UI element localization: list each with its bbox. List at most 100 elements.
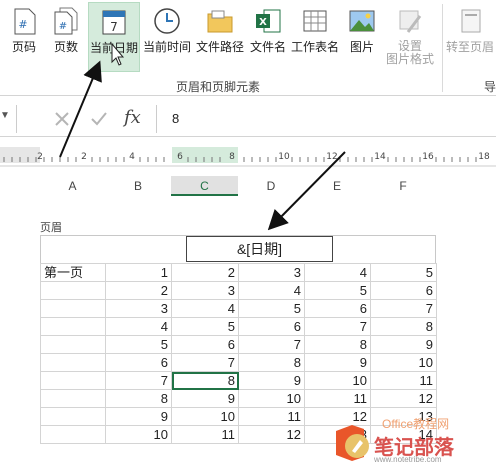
picture-button[interactable]: 图片 [342,2,382,72]
table-cell[interactable]: 12 [370,389,437,408]
formula-input[interactable]: 8 [172,111,179,126]
table-cell[interactable]: 7 [304,317,371,336]
table-cell[interactable]: 4 [238,281,305,300]
table-cell[interactable]: 6 [105,353,172,372]
table-cell[interactable]: 3 [105,299,172,318]
table-cell[interactable]: 11 [238,407,305,426]
svg-text:X: X [259,17,267,28]
ribbon: # 页码 # 页数 7 当前日期 当前时间 文件路径 X 文件名 工作表名 图片… [0,0,496,96]
column-headers: A B C D E F [40,176,436,196]
table-cell[interactable] [40,389,106,408]
table-cell[interactable]: 7 [238,335,305,354]
table-cell[interactable] [40,407,106,426]
table-cell[interactable]: 9 [238,371,305,390]
table-cell[interactable]: 8 [304,335,371,354]
table-cell[interactable] [40,335,106,354]
table-cell[interactable] [40,317,106,336]
table-cell[interactable]: 6 [238,317,305,336]
sheet-name-label: 工作表名 [290,40,339,54]
ruler-tick-label: 8 [229,152,235,162]
sheet-name-button[interactable]: 工作表名 [290,2,340,72]
table-cell[interactable]: 4 [304,263,371,282]
column-header-c[interactable]: C [171,176,238,196]
column-header-b[interactable]: B [105,176,171,196]
table-cell[interactable]: 11 [171,425,239,444]
current-date-button[interactable]: 7 当前日期 [88,2,140,72]
pencil-logo-icon [345,434,369,458]
column-header-e[interactable]: E [304,176,370,196]
current-date-label: 当前日期 [89,41,138,55]
table-cell[interactable] [40,425,106,444]
file-name-button[interactable]: X 文件名 [248,2,288,72]
page-number-button[interactable]: # 页码 [4,2,44,72]
go-to-header-label: 转至页眉 [446,40,495,54]
ruler-ticks: 2 2 4 6 8 10 12 14 16 18 [0,147,496,167]
table-cell[interactable]: 3 [171,281,239,300]
table-cell[interactable]: 5 [304,281,371,300]
table-cell[interactable]: 5 [171,317,239,336]
table-cell[interactable]: 4 [105,317,172,336]
column-header-f[interactable]: F [370,176,436,196]
table-cell[interactable]: 3 [238,263,305,282]
table-cell[interactable]: 7 [370,299,437,318]
sheet-grid-icon [303,10,327,32]
table-cell[interactable]: 10 [105,425,172,444]
column-header-d[interactable]: D [238,176,304,196]
table-row: 23456 [40,281,437,300]
ruler: 2 2 4 6 8 10 12 14 16 18 [0,145,496,167]
table-cell[interactable] [40,371,106,390]
table-cell[interactable]: 5 [238,299,305,318]
enter-icon[interactable] [90,111,108,127]
column-header-a[interactable]: A [40,176,105,196]
table-cell[interactable]: 12 [238,425,305,444]
table-cell[interactable]: 9 [370,335,437,354]
table-cell[interactable]: 6 [171,335,239,354]
insert-function-button[interactable]: fx [124,107,141,128]
table-cell[interactable]: 9 [304,353,371,372]
table-cell[interactable]: 10 [171,407,239,426]
folder-icon [207,10,233,33]
file-path-button[interactable]: 文件路径 [194,2,246,72]
format-picture-button[interactable]: 设置 图片格式 [384,2,436,72]
table-cell[interactable]: 2 [105,281,172,300]
table-cell[interactable]: 6 [304,299,371,318]
table-cell[interactable]: 9 [105,407,172,426]
name-box-dropdown-icon[interactable]: ▼ [0,110,10,121]
table-cell[interactable]: 8 [238,353,305,372]
table-cell[interactable] [40,299,106,318]
table-cell[interactable]: 4 [171,299,239,318]
table-cell[interactable]: 5 [105,335,172,354]
cancel-icon[interactable] [54,111,70,127]
go-to-header-button[interactable]: 转至页眉 [446,2,494,72]
table-cell[interactable] [40,353,106,372]
watermark-office-text: Office教程网 [382,417,450,431]
picture-label: 图片 [349,40,374,54]
table-cell[interactable]: 8 [105,389,172,408]
table-cell[interactable]: 10 [304,371,371,390]
table-cell[interactable]: 第一页 [40,263,106,282]
table-cell[interactable] [40,281,106,300]
watermark-url: www.notetribe.com [374,455,442,464]
page-count-button[interactable]: # 页数 [46,2,86,72]
picture-icon [349,10,375,32]
table-cell[interactable]: 6 [370,281,437,300]
table-cell[interactable]: 10 [370,353,437,372]
table-cell[interactable]: 8 [370,317,437,336]
table-cell[interactable]: 1 [105,263,172,282]
table-cell[interactable]: 7 [105,371,172,390]
page-header-area[interactable]: &[日期] [40,235,436,263]
table-cell[interactable]: 11 [370,371,437,390]
table-cell[interactable]: 8 [171,371,239,390]
ruler-tick-label: 14 [374,152,386,162]
table-cell[interactable]: 5 [370,263,437,282]
table-cell[interactable]: 2 [171,263,239,282]
table-row: 7 8 9 10 11 [40,371,437,390]
table-cell[interactable]: 9 [171,389,239,408]
page-count-label: 页数 [53,40,78,54]
table-cell[interactable]: 7 [171,353,239,372]
table-cell[interactable]: 11 [304,389,371,408]
table-cell[interactable]: 10 [238,389,305,408]
file-path-label: 文件路径 [195,40,244,54]
header-center-section[interactable]: &[日期] [186,236,333,262]
current-time-button[interactable]: 当前时间 [142,2,192,72]
